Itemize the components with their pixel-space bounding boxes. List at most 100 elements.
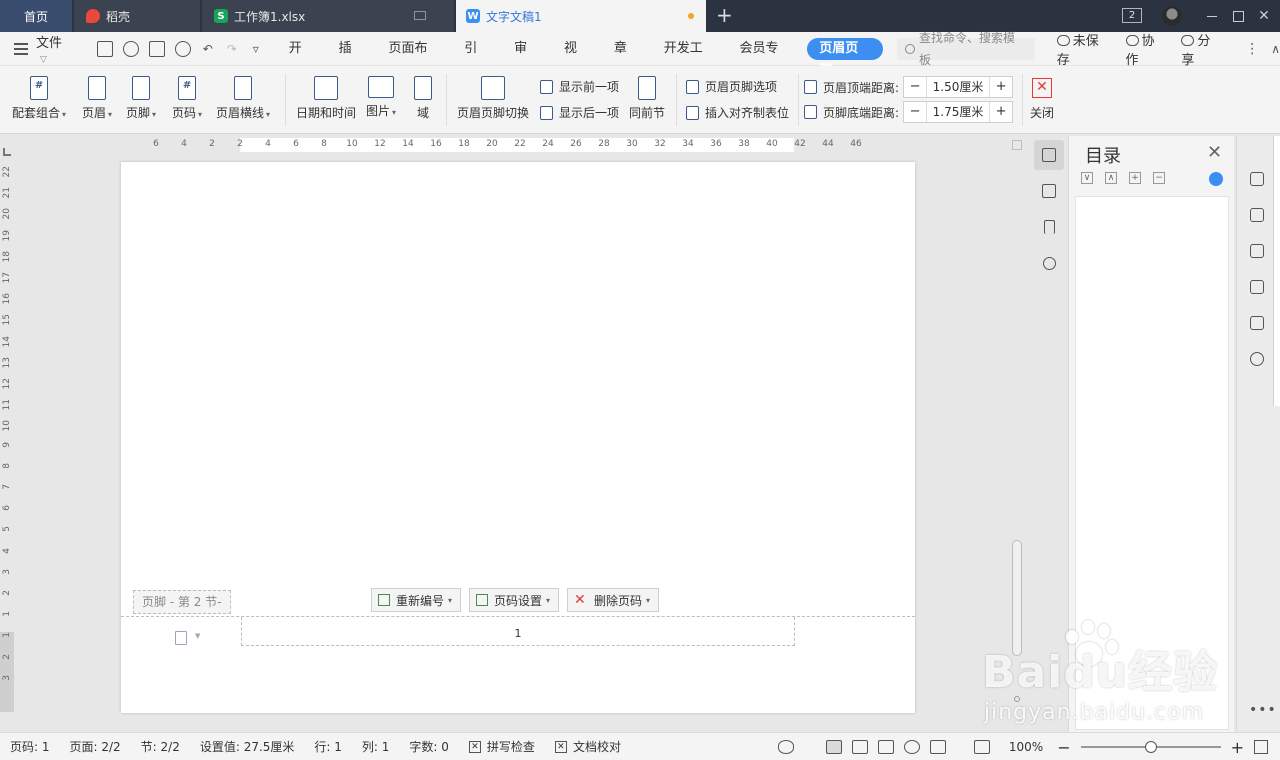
zoom-out-button[interactable]: − xyxy=(1057,738,1070,757)
header-footer-options-button[interactable]: 页眉页脚选项 xyxy=(686,78,777,95)
undo-icon[interactable]: ↶ xyxy=(201,41,215,57)
close-header-footer-button[interactable]: ✕ 关闭 xyxy=(1030,78,1054,121)
zoom-level[interactable]: 100% xyxy=(1009,740,1043,754)
insert-align-tab-button[interactable]: 插入对齐制表位 xyxy=(686,104,789,121)
field-button[interactable]: 域 xyxy=(414,76,432,121)
fullscreen-icon[interactable] xyxy=(1254,740,1268,754)
picture-button[interactable]: 图片 ▾ xyxy=(366,76,396,119)
outline-view-icon[interactable] xyxy=(851,740,868,754)
header-top-value[interactable]: 1.50厘米 xyxy=(926,77,991,97)
header-button[interactable]: 页眉 ▾ xyxy=(82,76,112,121)
combo-button[interactable]: # 配套组合 ▾ xyxy=(12,76,66,121)
web-view-icon[interactable] xyxy=(903,740,920,754)
rocket-button[interactable] xyxy=(1250,172,1268,190)
show-prev-button[interactable]: 显示前一项 xyxy=(540,78,619,95)
toc-toggle[interactable] xyxy=(1034,140,1064,170)
vertical-ruler[interactable]: 22 21 20 19 18 17 16 15 14 13 12 11 10 9 8 7 6 5 4 3 2 1 1 2 3 xyxy=(0,160,14,712)
collab-button[interactable]: 协作 xyxy=(1125,30,1168,68)
datetime-button[interactable]: 日期和时间 xyxy=(296,76,356,121)
expand-down-icon[interactable]: ∨ xyxy=(1081,172,1093,184)
toc-view-icon[interactable] xyxy=(1209,172,1223,186)
document-page[interactable]: 页脚 - 第 2 节- 重新编号 ▾ 页码设置 ▾ ✕ 删除页码 ▾ 1 ▼ xyxy=(121,162,915,713)
customize-icon[interactable]: ▿ xyxy=(249,41,263,57)
switch-header-footer-button[interactable]: 页眉页脚切换 xyxy=(457,76,529,121)
window-count-badge[interactable]: 2 xyxy=(1122,8,1142,23)
footer-area[interactable]: 1 xyxy=(241,617,795,646)
print-icon[interactable] xyxy=(148,40,165,57)
tab-document[interactable]: W 文字文稿1 xyxy=(456,0,706,32)
close-icon[interactable]: ✕ xyxy=(1207,142,1222,163)
status-col[interactable]: 列: 1 xyxy=(352,738,400,755)
more-icon[interactable]: ⋮ xyxy=(1245,41,1259,57)
menu-member[interactable]: 会员专享 xyxy=(728,32,804,90)
menu-references[interactable]: 引用 xyxy=(452,32,502,90)
pen-button[interactable] xyxy=(1250,208,1268,226)
status-words[interactable]: 字数: 0 xyxy=(399,738,459,755)
page-view-icon[interactable] xyxy=(825,740,842,754)
write-mode-icon[interactable] xyxy=(929,740,946,754)
footer-button[interactable]: 页脚 ▾ xyxy=(126,76,156,121)
menu-view[interactable]: 视图 xyxy=(552,32,602,90)
scroll-top-icon[interactable] xyxy=(1012,140,1022,150)
more-icon[interactable]: ••• xyxy=(1249,702,1277,718)
remove-icon[interactable]: − xyxy=(1153,172,1165,184)
monitor-icon[interactable] xyxy=(414,11,426,20)
collapse-up-icon[interactable]: ∧ xyxy=(1105,172,1117,184)
save-icon[interactable] xyxy=(96,40,113,57)
menu-start[interactable]: 开始 xyxy=(277,32,327,90)
show-next-button[interactable]: 显示后一项 xyxy=(540,104,619,121)
status-page[interactable]: 页码: 1 xyxy=(0,738,60,755)
header-line-button[interactable]: 页眉横线 ▾ xyxy=(216,76,270,121)
help-button[interactable] xyxy=(1250,352,1268,370)
decrease-button[interactable]: − xyxy=(904,77,926,97)
ruler-corner-icon[interactable] xyxy=(3,148,11,156)
page-setup-button[interactable]: 页码设置 ▾ xyxy=(469,588,560,612)
zoom-in-button[interactable]: + xyxy=(1231,738,1244,757)
status-row[interactable]: 行: 1 xyxy=(304,738,352,755)
horizontal-ruler[interactable]: 6 4 2 2 4 6 8 10 12 14 16 18 20 22 24 26 28 30 32 34 36 38 40 4… xyxy=(14,136,1008,154)
pointer-button[interactable] xyxy=(1250,244,1268,262)
tab-daoke[interactable]: 稻壳 xyxy=(74,0,200,32)
settings-button[interactable] xyxy=(1250,280,1268,298)
collapse-ribbon-icon[interactable]: ∧ xyxy=(1271,42,1280,56)
status-pages[interactable]: 页面: 2/2 xyxy=(60,738,131,755)
decrease-button[interactable]: − xyxy=(904,102,926,122)
command-search-input[interactable]: 查找命令、搜索模板 xyxy=(897,31,1035,67)
menu-insert[interactable]: 插入 xyxy=(327,32,377,90)
footer-bottom-value[interactable]: 1.75厘米 xyxy=(926,102,991,122)
menu-developer[interactable]: 开发工具 xyxy=(652,32,728,90)
reading-view-icon[interactable] xyxy=(877,740,894,754)
menu-page-layout[interactable]: 页面布局 xyxy=(377,32,453,90)
same-as-prev-button[interactable]: 同前节 xyxy=(629,76,665,121)
status-section[interactable]: 节: 2/2 xyxy=(131,738,190,755)
close-window-icon[interactable]: ✕ xyxy=(1256,8,1272,24)
find-toggle[interactable] xyxy=(1034,248,1064,278)
proofread-toggle[interactable]: ✕ 文档校对 xyxy=(545,738,631,755)
minimize-icon[interactable] xyxy=(1204,8,1220,24)
tab-home[interactable]: 首页 xyxy=(0,0,72,32)
add-icon[interactable]: + xyxy=(1129,172,1141,184)
restore-icon[interactable] xyxy=(1230,8,1246,24)
bookmark-toggle[interactable] xyxy=(1034,212,1064,242)
renumber-button[interactable]: 重新编号 ▾ xyxy=(371,588,462,612)
increase-button[interactable]: + xyxy=(990,77,1012,97)
menu-section[interactable]: 章节 xyxy=(602,32,652,90)
avatar[interactable] xyxy=(1162,6,1182,26)
tab-workbook[interactable]: S 工作簿1.xlsx xyxy=(202,0,454,32)
menu-header-footer[interactable]: 页眉页脚 xyxy=(807,37,884,78)
print-preview-icon[interactable] xyxy=(174,40,191,57)
zoom-slider-handle[interactable] xyxy=(1144,741,1157,753)
file-menu[interactable]: 文件▽ xyxy=(36,32,73,66)
spell-check-toggle[interactable]: ✕ 拼写检查 xyxy=(459,738,545,755)
pagenum-button[interactable]: # 页码 ▾ xyxy=(172,76,202,121)
zoom-slider[interactable] xyxy=(1080,741,1221,753)
document-options-icon[interactable] xyxy=(175,631,187,645)
new-tab-icon[interactable]: + xyxy=(716,5,733,25)
navigation-toggle[interactable] xyxy=(1034,176,1064,206)
menu-review[interactable]: 审阅 xyxy=(502,32,552,90)
increase-button[interactable]: + xyxy=(990,102,1012,122)
hamburger-icon[interactable] xyxy=(14,42,28,55)
share-button[interactable]: 分享 xyxy=(1181,30,1223,68)
box-button[interactable] xyxy=(1250,316,1268,334)
chevron-down-icon[interactable]: ▼ xyxy=(195,632,200,640)
